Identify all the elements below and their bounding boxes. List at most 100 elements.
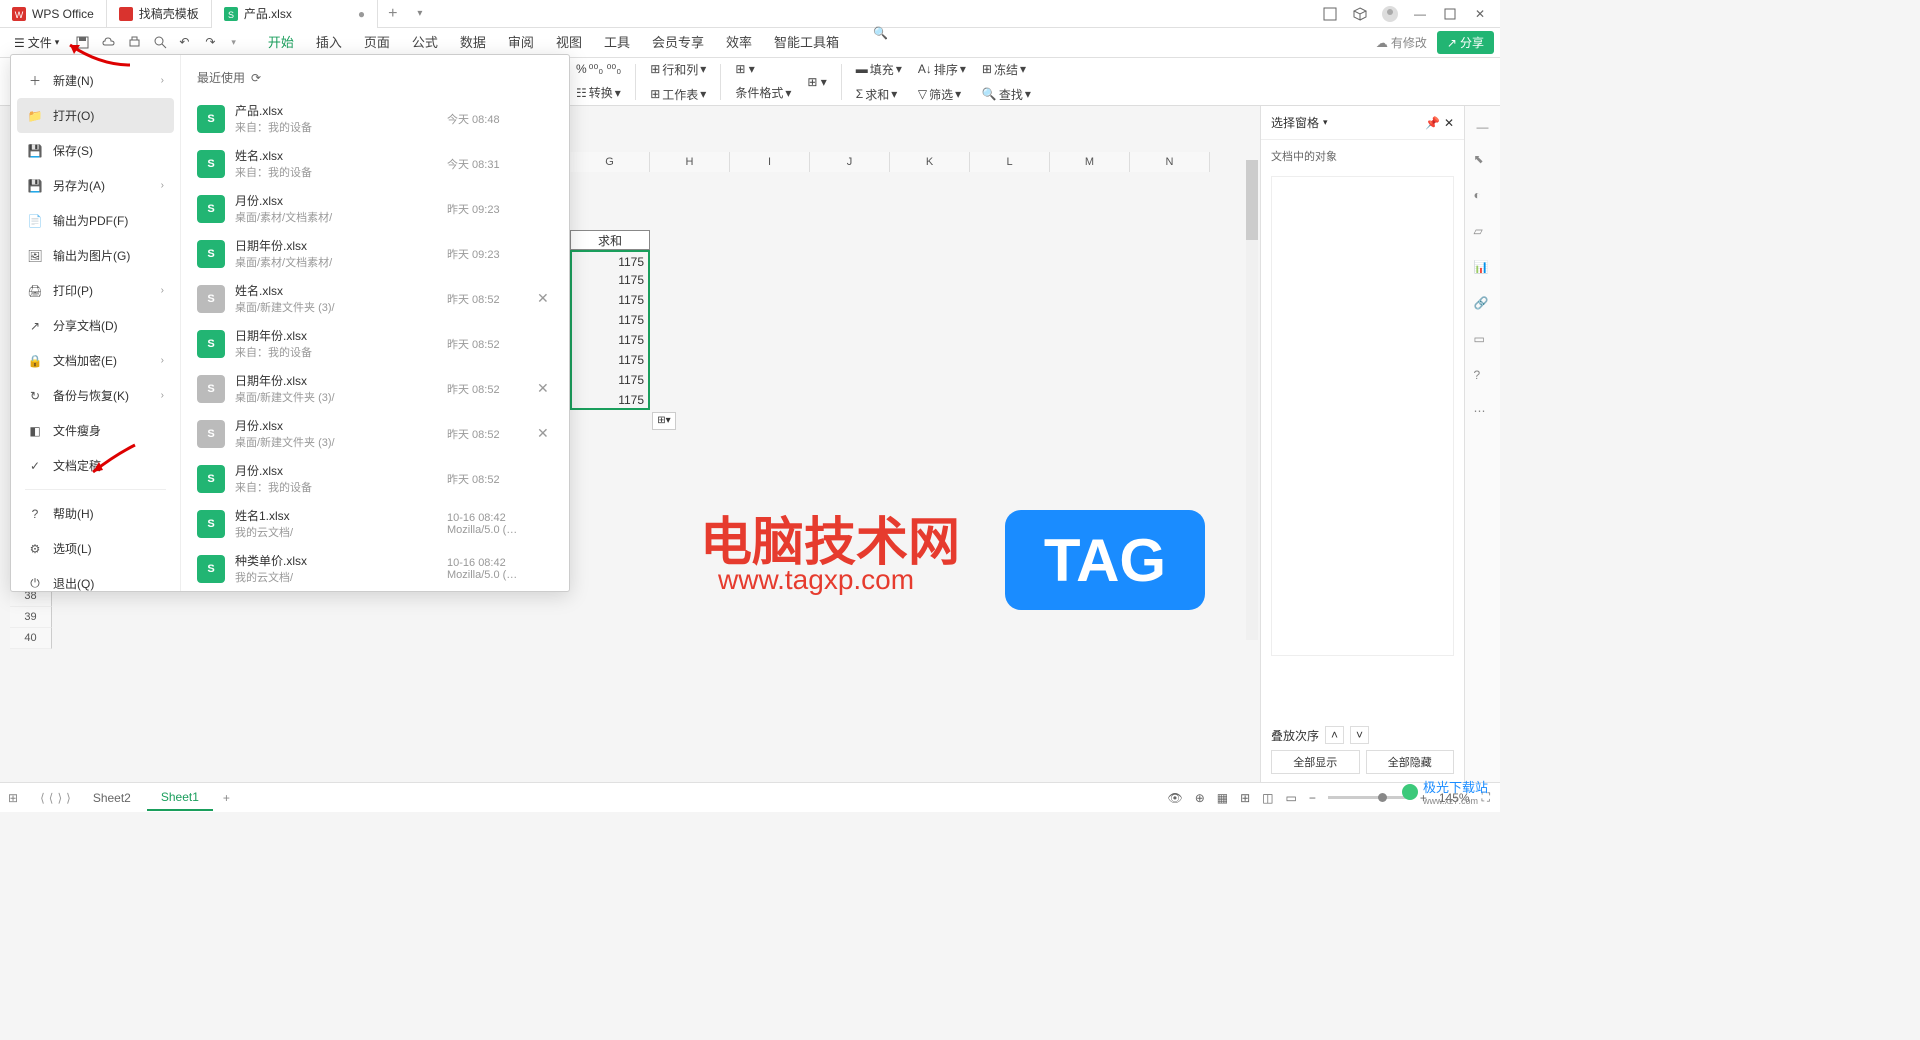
worksheet-button[interactable]: ⊞ 工作表 ▾ — [644, 84, 712, 105]
menu-help[interactable]: ?帮助(H) — [11, 496, 180, 531]
zoom-value[interactable]: 145% — [1439, 791, 1470, 805]
freeze-button[interactable]: ⊞ 冻结 ▾ — [976, 59, 1037, 80]
menu-print[interactable]: 🖨打印(P)› — [11, 273, 180, 308]
minimize-button[interactable]: — — [1412, 6, 1428, 22]
file-menu-button[interactable]: ☰ 文件 ▾ — [6, 31, 67, 54]
remove-recent-icon[interactable]: ✕ — [537, 290, 553, 307]
maximize-button[interactable] — [1442, 6, 1458, 22]
panel-icon[interactable] — [1322, 6, 1338, 22]
search-icon[interactable]: 🔍 — [873, 26, 888, 59]
menu-saveas[interactable]: 💾另存为(A)› — [11, 168, 180, 203]
move-up-button[interactable]: ˄ — [1325, 726, 1344, 744]
style-icon[interactable]: ◐ — [1474, 188, 1492, 206]
menu-finalize[interactable]: ✓文档定稿 — [11, 448, 180, 483]
col-header[interactable]: M — [1050, 152, 1130, 172]
menu-share-doc[interactable]: ↗分享文档(D) — [11, 308, 180, 343]
add-sheet-button[interactable]: + — [215, 791, 238, 805]
print-icon[interactable] — [127, 35, 143, 51]
row-col-button[interactable]: ⊞ 行和列 ▾ — [644, 59, 712, 80]
cloud-status[interactable]: ☁ 有修改 — [1376, 34, 1427, 51]
view-page-icon[interactable]: ◫ — [1262, 791, 1273, 805]
cell-format-button[interactable]: ⊞ ▾ — [729, 60, 797, 78]
sort-button[interactable]: A↓ 排序 ▾ — [912, 59, 972, 80]
share-button[interactable]: ↗ 分享 — [1437, 31, 1494, 54]
selected-range[interactable]: 求和 1175 1175 1175 1175 1175 1175 1175 11… — [570, 230, 650, 410]
recent-file-item[interactable]: S 姓名.xlsx 来自：我的设备 今天 08:31 — [181, 141, 569, 186]
col-header[interactable]: I — [730, 152, 810, 172]
tab-wps-home[interactable]: W WPS Office — [0, 0, 107, 28]
col-header[interactable]: J — [810, 152, 890, 172]
recent-file-item[interactable]: S 月份.xlsx 桌面/新建文件夹 (3)/ 昨天 08:52 ✕ — [181, 411, 569, 456]
view-grid-icon[interactable]: ⊞ — [1240, 791, 1250, 805]
percent-button[interactable]: % ⁰⁰₀ ⁰⁰₀ — [570, 60, 627, 78]
fill-button[interactable]: ▬ 填充 ▾ — [850, 59, 908, 80]
menu-exit[interactable]: ⏻退出(Q) — [11, 566, 180, 601]
recent-file-item[interactable]: S 月份.xlsx 来自：我的设备 昨天 08:52 — [181, 456, 569, 501]
screen-icon[interactable]: ▭ — [1474, 332, 1492, 350]
menu-file-slim[interactable]: ◧文件瘦身 — [11, 413, 180, 448]
menu-save[interactable]: 💾保存(S) — [11, 133, 180, 168]
view-eye-icon[interactable]: 👁 — [1167, 791, 1182, 805]
recent-file-item[interactable]: S 姓名.xlsx 桌面/新建文件夹 (3)/ 昨天 08:52 ✕ — [181, 276, 569, 321]
status-icon[interactable]: ⊞ — [0, 791, 26, 805]
col-header[interactable]: H — [650, 152, 730, 172]
shape-icon[interactable]: ▱ — [1474, 224, 1492, 242]
view-reader-icon[interactable]: ▭ — [1286, 791, 1297, 805]
tab-efficiency[interactable]: 效率 — [724, 26, 754, 59]
refresh-icon[interactable]: ⟳ — [251, 71, 261, 85]
collapse-panel-icon[interactable]: — — [1477, 120, 1489, 134]
borders-button[interactable]: ⊞ ▾ — [801, 73, 832, 91]
vertical-scrollbar[interactable] — [1246, 160, 1258, 640]
zoom-out-button[interactable]: − — [1309, 791, 1316, 805]
add-tab-button[interactable]: + — [378, 5, 407, 23]
link-icon[interactable]: 🔗 — [1474, 296, 1492, 314]
col-header[interactable]: N — [1130, 152, 1210, 172]
avatar-icon[interactable] — [1382, 6, 1398, 22]
sum-button[interactable]: Σ 求和 ▾ — [850, 84, 908, 105]
cube-icon[interactable] — [1352, 6, 1368, 22]
fullscreen-icon[interactable]: ⛶ — [1482, 790, 1490, 805]
recent-file-item[interactable]: S 日期年份.xlsx 桌面/新建文件夹 (3)/ 昨天 08:52 ✕ — [181, 366, 569, 411]
remove-recent-icon[interactable]: ✕ — [537, 380, 553, 397]
recent-file-item[interactable]: S 日期年份.xlsx 来自：我的设备 昨天 08:52 — [181, 321, 569, 366]
preview-icon[interactable] — [153, 35, 169, 51]
row-header[interactable]: 40 — [10, 628, 52, 649]
tab-tools[interactable]: 工具 — [602, 26, 632, 59]
pin-icon[interactable]: 📌 — [1425, 116, 1440, 130]
qat-dropdown[interactable]: ▾ — [231, 37, 236, 48]
filter-button[interactable]: ▽ 筛选 ▾ — [912, 84, 972, 105]
move-down-button[interactable]: ˅ — [1350, 726, 1369, 744]
view-focus-icon[interactable]: ⊕ — [1195, 791, 1205, 805]
sheet-tab-active[interactable]: Sheet1 — [147, 785, 213, 811]
convert-button[interactable]: ☷ 转换 ▾ — [570, 82, 627, 103]
save-icon[interactable] — [75, 35, 91, 51]
tab-templates[interactable]: 找稿壳模板 — [107, 0, 212, 28]
menu-backup[interactable]: ↻备份与恢复(K)› — [11, 378, 180, 413]
view-normal-icon[interactable]: ▦ — [1217, 791, 1228, 805]
chevron-down-icon[interactable]: ▾ — [1323, 117, 1328, 128]
chart-icon[interactable]: 📊 — [1474, 260, 1492, 278]
undo-icon[interactable]: ↶ — [179, 35, 195, 51]
sheet-tab[interactable]: Sheet2 — [79, 786, 145, 810]
menu-options[interactable]: ⚙选项(L) — [11, 531, 180, 566]
close-panel-icon[interactable]: ✕ — [1444, 116, 1454, 130]
show-all-button[interactable]: 全部显示 — [1271, 750, 1360, 774]
cloud-save-icon[interactable] — [101, 35, 117, 51]
menu-open[interactable]: 📁打开(O) — [17, 98, 174, 133]
hide-all-button[interactable]: 全部隐藏 — [1366, 750, 1455, 774]
remove-recent-icon[interactable]: ✕ — [537, 425, 553, 442]
row-header[interactable]: 39 — [10, 607, 52, 628]
col-header[interactable]: K — [890, 152, 970, 172]
paste-options-button[interactable]: ⊞▾ — [652, 412, 676, 430]
menu-export-pdf[interactable]: 📄输出为PDF(F) — [11, 203, 180, 238]
help-icon[interactable]: ? — [1474, 368, 1492, 386]
recent-file-item[interactable]: S 姓名1.xlsx 我的云文档/ 10-16 08:42Mozilla/5.0… — [181, 501, 569, 546]
find-button[interactable]: 🔍 查找 ▾ — [976, 84, 1037, 105]
recent-file-item[interactable]: S 日期年份.xlsx 桌面/素材/文档素材/ 昨天 09:23 — [181, 231, 569, 276]
redo-icon[interactable]: ↷ — [205, 35, 221, 51]
recent-file-item[interactable]: S 种类单价.xlsx 我的云文档/ 10-16 08:42Mozilla/5.… — [181, 546, 569, 591]
recent-file-item[interactable]: S 产品.xlsx 来自：我的设备 今天 08:48 — [181, 96, 569, 141]
close-button[interactable]: ✕ — [1472, 6, 1488, 22]
tab-current-file[interactable]: S 产品.xlsx ● — [212, 0, 378, 28]
more-icon[interactable]: ⋯ — [1474, 404, 1492, 422]
